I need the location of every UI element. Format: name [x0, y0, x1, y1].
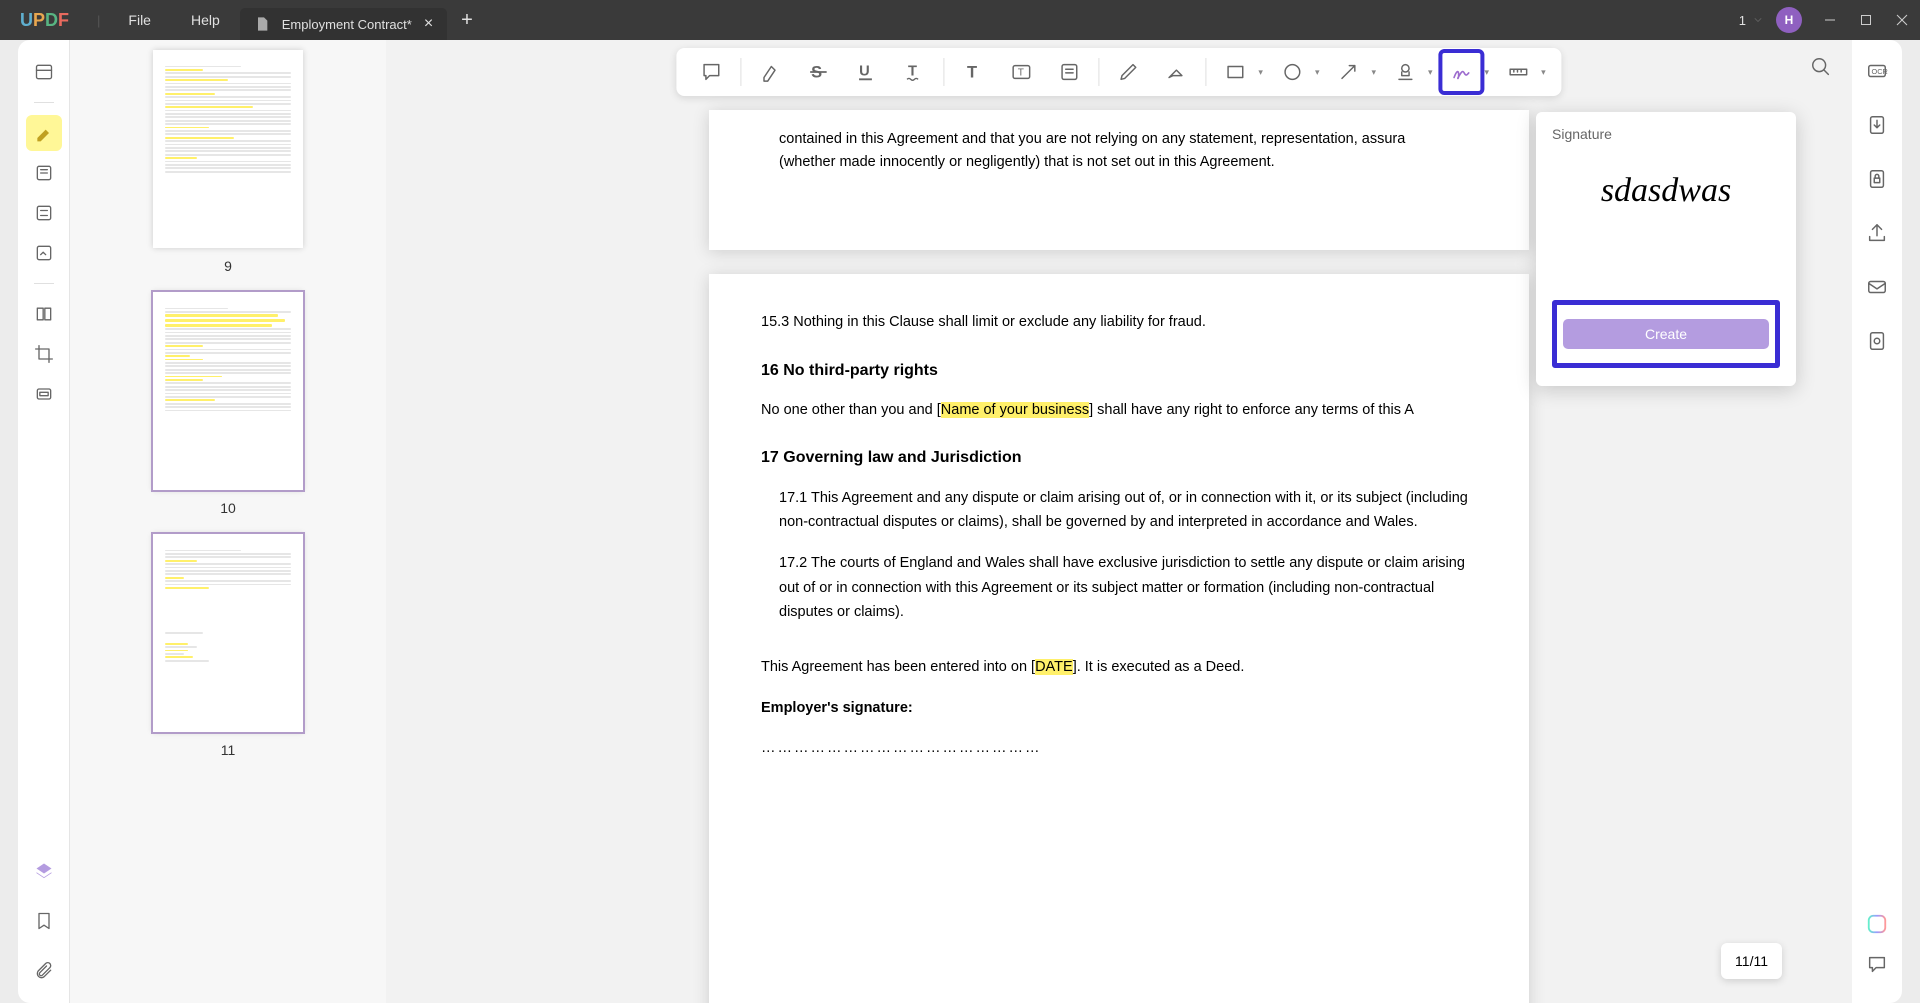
- tab-title: Employment Contract*: [282, 17, 412, 32]
- arrow-tool[interactable]: [1329, 53, 1367, 91]
- page-nav-num: 1: [1739, 13, 1746, 28]
- dropdown-icon[interactable]: ▾: [1485, 67, 1490, 78]
- menu-file[interactable]: File: [108, 12, 171, 28]
- text-tool[interactable]: T: [954, 53, 992, 91]
- new-tab-button[interactable]: +: [461, 9, 473, 32]
- svg-text:T: T: [1018, 68, 1024, 79]
- ocr-button[interactable]: OCR: [1862, 56, 1892, 86]
- circle-tool[interactable]: [1273, 53, 1311, 91]
- highlight-text-tool[interactable]: [751, 53, 789, 91]
- right-toolbar: OCR: [1852, 40, 1902, 1003]
- page-counter[interactable]: 11/11: [1721, 943, 1782, 979]
- dropdown-icon[interactable]: ▾: [1428, 67, 1433, 78]
- signature-preview[interactable]: sdasdwas: [1552, 172, 1780, 210]
- strikethrough-tool[interactable]: S: [799, 53, 837, 91]
- separator: |: [97, 13, 100, 28]
- annotate-tool[interactable]: [26, 155, 62, 191]
- note-tool[interactable]: [1050, 53, 1088, 91]
- ai-icon[interactable]: [1866, 913, 1888, 935]
- signature-line: ……………………………………………: [761, 736, 1477, 761]
- page-nav[interactable]: 1: [1739, 13, 1764, 28]
- print-button[interactable]: [1862, 326, 1892, 356]
- app-logo: UPDF: [20, 10, 69, 31]
- measure-tool[interactable]: [1499, 53, 1537, 91]
- email-button[interactable]: [1862, 272, 1892, 302]
- thumbnail-panel: 9 10 11: [70, 40, 386, 1003]
- thumbnails-button[interactable]: [26, 54, 62, 90]
- dropdown-icon[interactable]: ▾: [1371, 67, 1376, 78]
- doc-text: (whether made innocently or negligently)…: [779, 154, 1275, 170]
- highlighted-text: DATE: [1035, 659, 1073, 675]
- file-icon: [254, 16, 270, 32]
- doc-text: Employer's signature:: [761, 696, 1477, 721]
- protect-button[interactable]: [1862, 164, 1892, 194]
- left-toolbar: [18, 40, 70, 1003]
- thumb-label-11: 11: [221, 742, 236, 758]
- comment-tool[interactable]: [692, 53, 730, 91]
- document-tab[interactable]: Employment Contract* ×: [240, 8, 447, 40]
- chevron-down-icon: [1752, 14, 1764, 26]
- title-bar: UPDF | File Help Employment Contract* × …: [0, 0, 1920, 40]
- doc-text: ]. It is executed as a Deed.: [1073, 659, 1245, 675]
- eraser-tool[interactable]: [1157, 53, 1195, 91]
- doc-text: 15.3 Nothing in this Clause shall limit …: [761, 310, 1477, 335]
- doc-text: contained in this Agreement and that you…: [779, 131, 1405, 147]
- user-avatar[interactable]: H: [1776, 7, 1802, 33]
- underline-tool[interactable]: U: [847, 53, 885, 91]
- doc-text: 17.2 The courts of England and Wales sha…: [779, 551, 1477, 625]
- squiggly-tool[interactable]: T: [895, 53, 933, 91]
- stamp-tool[interactable]: [1386, 53, 1424, 91]
- maximize-button[interactable]: [1848, 5, 1884, 35]
- svg-text:T: T: [967, 64, 977, 82]
- minimize-button[interactable]: [1812, 5, 1848, 35]
- layers-button[interactable]: [26, 853, 62, 889]
- signature-tool[interactable]: [1443, 53, 1481, 91]
- section-heading: 17 Governing law and Jurisdiction: [761, 444, 1477, 471]
- annotation-toolbar: S U T T T ▾ ▾ ▾ ▾ ▾ ▾: [676, 48, 1561, 96]
- document-page-current: 15.3 Nothing in this Clause shall limit …: [709, 274, 1529, 1003]
- convert-button[interactable]: [1862, 110, 1892, 140]
- dropdown-icon[interactable]: ▾: [1315, 67, 1320, 78]
- section-heading: 16 No third-party rights: [761, 357, 1477, 384]
- search-button[interactable]: [1810, 56, 1840, 86]
- share-button[interactable]: [1862, 218, 1892, 248]
- svg-text:U: U: [859, 64, 870, 80]
- highlight-tool[interactable]: [26, 115, 62, 151]
- rectangle-tool[interactable]: [1216, 53, 1254, 91]
- close-button[interactable]: [1884, 5, 1920, 35]
- app-shell: 9 10 11 S U T T T: [18, 40, 1902, 1003]
- tab-close-icon[interactable]: ×: [424, 15, 433, 33]
- create-signature-button[interactable]: Create: [1563, 319, 1769, 349]
- svg-text:OCR: OCR: [1872, 67, 1888, 76]
- thumbnail-page-11[interactable]: [153, 534, 303, 732]
- signature-panel-title: Signature: [1552, 126, 1780, 142]
- thumbnail-page-9[interactable]: [153, 50, 303, 248]
- dropdown-icon[interactable]: ▾: [1258, 67, 1263, 78]
- doc-text: No one other than you and [: [761, 402, 941, 418]
- doc-text: This Agreement has been entered into on …: [761, 659, 1035, 675]
- attachment-button[interactable]: [26, 953, 62, 989]
- textbox-tool[interactable]: T: [1002, 53, 1040, 91]
- doc-text: ] shall have any right to enforce any te…: [1089, 402, 1414, 418]
- thumb-label-10: 10: [220, 500, 236, 516]
- organize-tool[interactable]: [26, 296, 62, 332]
- redact-tool[interactable]: [26, 376, 62, 412]
- bookmark-button[interactable]: [26, 903, 62, 939]
- form-tool[interactable]: [26, 195, 62, 231]
- dropdown-icon[interactable]: ▾: [1541, 67, 1546, 78]
- thumb-label-9: 9: [224, 258, 232, 274]
- fill-sign-tool[interactable]: [26, 235, 62, 271]
- doc-text: 17.1 This Agreement and any dispute or c…: [779, 486, 1477, 535]
- crop-tool[interactable]: [26, 336, 62, 372]
- create-highlight-frame: Create: [1552, 300, 1780, 368]
- highlighted-text: Name of your business: [941, 402, 1089, 418]
- thumbnail-page-10[interactable]: [153, 292, 303, 490]
- menu-help[interactable]: Help: [171, 12, 240, 28]
- chat-button[interactable]: [1862, 949, 1892, 979]
- document-page-prev: contained in this Agreement and that you…: [709, 110, 1529, 250]
- document-canvas: S U T T T ▾ ▾ ▾ ▾ ▾ ▾ contained in this …: [386, 40, 1852, 1003]
- signature-panel: Signature sdasdwas Create: [1536, 112, 1796, 386]
- svg-text:T: T: [908, 64, 917, 80]
- pencil-tool[interactable]: [1109, 53, 1147, 91]
